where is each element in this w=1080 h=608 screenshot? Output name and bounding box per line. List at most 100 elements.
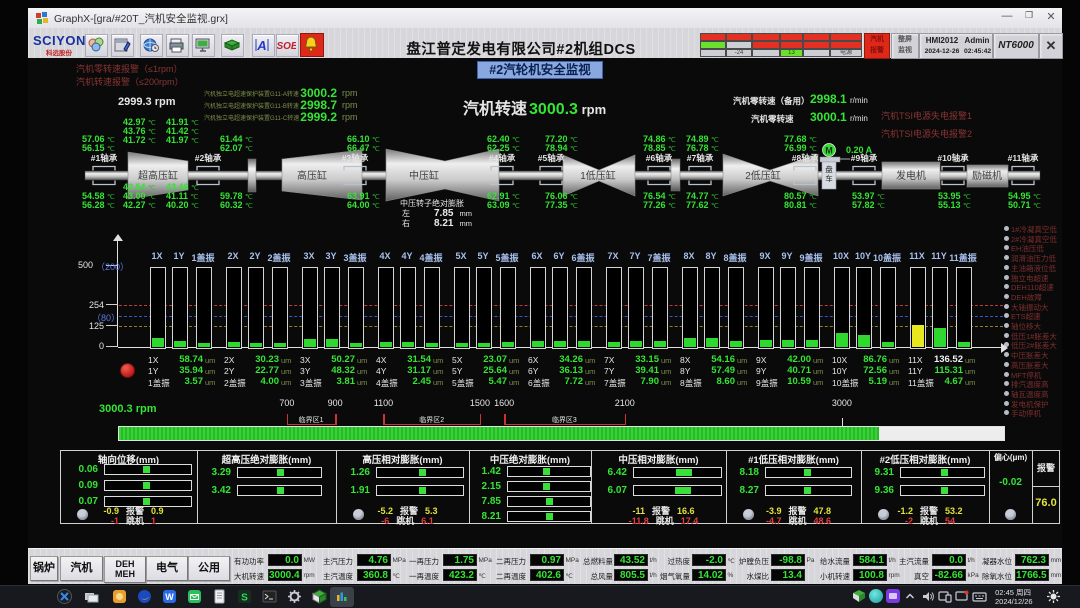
graphx-app-icon <box>36 12 48 24</box>
vibration-bar-label: 9盖振 <box>799 251 822 264</box>
uhp-casing-temp: 40.20 ℃ <box>166 200 199 210</box>
close-window-button[interactable]: ✕ <box>1042 10 1060 23</box>
taskbar-graphx-button[interactable] <box>334 589 349 604</box>
vibration-bar <box>454 267 470 349</box>
vib-table-label: 4X <box>376 355 386 365</box>
alarm-grid-cell[interactable] <box>830 33 862 41</box>
taskbar-app-s-button[interactable]: S <box>237 589 252 604</box>
speed-alarm-label: 汽机转速报警（≤200rpm） <box>76 75 183 88</box>
printer-button[interactable] <box>166 34 189 57</box>
gauge-value: 8.18 <box>729 467 759 478</box>
alarm-grid-cell[interactable] <box>752 49 780 57</box>
alarm-grid-cell[interactable]: 13 <box>780 49 803 57</box>
alarm-grid-cell[interactable] <box>700 41 726 49</box>
alarm-grid-cell[interactable] <box>803 41 830 49</box>
taskbar-settings-icon <box>287 589 302 604</box>
turbine-alarm-button[interactable]: 汽机报警 <box>864 33 890 59</box>
taskbar-wps-button[interactable]: W <box>162 589 177 604</box>
taskbar-nt-tool-button[interactable] <box>312 589 327 604</box>
panel-status-indicator <box>743 509 754 520</box>
nav-button[interactable]: 锅炉 <box>30 556 58 581</box>
vib-table-label: 11Y <box>908 366 923 376</box>
alarm-grid-cell[interactable] <box>700 33 726 41</box>
taskbar-app-lenovo-button[interactable] <box>57 589 72 604</box>
taskbar-terminal-button[interactable] <box>262 589 277 604</box>
alarm-grid-cell[interactable] <box>726 41 752 49</box>
monitor-button[interactable] <box>192 34 215 57</box>
field-label: 小机转速 <box>792 571 850 582</box>
book-button[interactable] <box>221 34 244 57</box>
tsi-alarm-label: 汽机TSI电源失电报警1 <box>881 109 972 122</box>
session-user: Admin <box>964 36 990 46</box>
zero-speed-value: 3000.1 <box>810 110 846 124</box>
alarm-grid-cell[interactable] <box>803 33 830 41</box>
alarm-grid-cell[interactable] <box>726 33 752 41</box>
taskbar-app-orange-button[interactable] <box>112 589 127 604</box>
minimize-button[interactable]: — <box>998 10 1016 22</box>
panel-title: 中压绝对膨胀(mm) <box>469 452 591 466</box>
alarm-grid-cell[interactable] <box>830 41 862 49</box>
screen-view-button[interactable]: 整屏监视 <box>891 33 919 59</box>
tray-purple-icon[interactable] <box>886 589 900 603</box>
trip-condition-item[interactable]: 手动停机 <box>1004 408 1041 419</box>
gauge-bar <box>633 467 722 478</box>
nav-button[interactable]: 汽机 <box>60 556 103 581</box>
restore-button[interactable]: ❐ <box>1020 10 1038 21</box>
tray-keyboard-icon[interactable] <box>972 590 987 603</box>
vibration-bar <box>652 267 668 349</box>
taskbar-settings-button[interactable] <box>287 589 302 604</box>
vib-table-label: 7X <box>604 355 614 365</box>
taskbar-terminal-icon <box>262 589 277 604</box>
taskbar-file-explorer-button[interactable] <box>84 589 99 604</box>
nav-button[interactable]: 电气 <box>146 556 188 581</box>
field-label: 过热度 <box>632 556 690 567</box>
font-button[interactable]: A <box>252 34 275 57</box>
vibration-bar-label: 4Y <box>401 251 412 261</box>
taskbar-app-s-icon: S <box>237 589 252 604</box>
alarm-grid-cell[interactable] <box>780 41 803 49</box>
tray-teal-icon[interactable] <box>869 589 883 603</box>
tray-nt-icon[interactable] <box>852 589 866 603</box>
globe-button[interactable] <box>140 34 163 57</box>
calculator-button[interactable] <box>111 34 134 57</box>
users-button[interactable] <box>85 34 108 57</box>
field-label: 大机转速 <box>206 571 264 582</box>
vib-table-label: 6X <box>528 355 538 365</box>
vibration-bar-label: 10X <box>833 251 849 261</box>
field-unit: mm <box>1051 572 1062 579</box>
vib-table-value: 30.23 <box>241 354 279 365</box>
field-label: 主汽流量 <box>871 556 929 567</box>
taskbar-browser-button[interactable] <box>137 589 152 604</box>
panel-divider <box>1032 486 1060 487</box>
taskbar-notepad-button[interactable] <box>212 589 227 604</box>
vibration-bar <box>804 267 820 349</box>
tray-brightness-icon[interactable] <box>1046 589 1061 604</box>
tray-clock[interactable]: 02:45 周四2024/12/26 <box>995 588 1031 606</box>
vibration-bar-label: 10盖振 <box>873 251 901 264</box>
gauge-value: 8.21 <box>471 511 501 522</box>
alarm-grid-cell[interactable] <box>752 33 780 41</box>
tray-chevron-icon[interactable] <box>905 592 917 602</box>
speed-progress-bar <box>118 426 1005 441</box>
alarm-grid-cell[interactable]: -24 <box>726 49 752 57</box>
alarm-grid-cell[interactable] <box>700 49 726 57</box>
tray-device-icon[interactable] <box>938 590 952 603</box>
vibration-bar-label: 2盖振 <box>267 251 290 264</box>
toolbar-close-button[interactable]: ✕ <box>1039 33 1063 59</box>
vibration-bar <box>682 267 698 349</box>
alarm-bell-button[interactable] <box>300 33 324 57</box>
tray-monitor-icon[interactable] <box>955 590 969 603</box>
alarm-grid-cell[interactable]: 电源 <box>830 49 862 57</box>
screen-subtitle: #2汽轮机安全监视 <box>477 61 603 79</box>
field-label: 二再温度 <box>468 571 526 582</box>
alarm-grid-cell[interactable] <box>803 49 830 57</box>
tray-volume-icon[interactable] <box>921 590 935 603</box>
vibration-bar <box>172 267 188 349</box>
taskbar-mail-button[interactable] <box>187 589 202 604</box>
nt6000-logo: NT6000 <box>993 33 1039 59</box>
soe-button[interactable]: SOE <box>276 34 299 57</box>
alarm-grid-cell[interactable] <box>780 33 803 41</box>
vib-table-unit: um <box>813 367 823 376</box>
nav-button[interactable]: DEHMEH <box>104 556 146 583</box>
alarm-grid-cell[interactable] <box>752 41 780 49</box>
